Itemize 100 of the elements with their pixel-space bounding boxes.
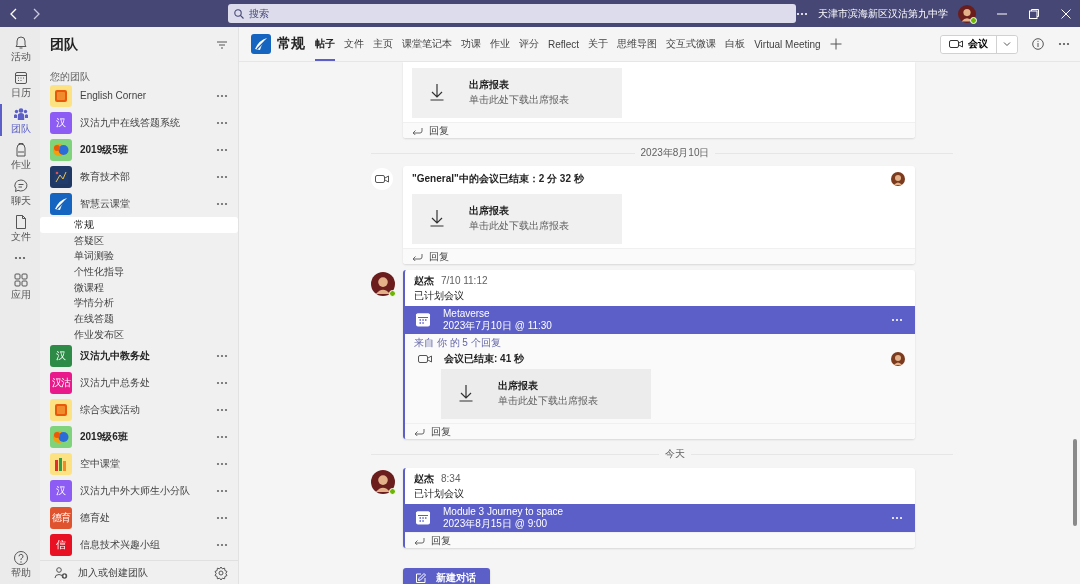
reply-arrow-icon (411, 126, 423, 135)
meeting-banner[interactable]: Module 3 Journey to space 2023年8月15日 @ 9:00 (405, 504, 915, 532)
rail-item[interactable]: 应用 (0, 270, 40, 302)
download-icon (458, 384, 474, 402)
more-icon[interactable] (216, 354, 228, 358)
reply-button[interactable]: 回复 (405, 532, 915, 548)
reply-button[interactable]: 回复 (403, 248, 915, 264)
team-name[interactable]: 汉沽九中外大师生小分队 (80, 484, 208, 498)
attendance-card[interactable]: 出席报表 单击此处下载出席报表 (412, 68, 622, 118)
tab[interactable]: 帖子 (315, 27, 335, 61)
avatar-icon[interactable] (371, 470, 395, 494)
filter-icon[interactable] (216, 39, 228, 50)
more-icon[interactable] (891, 516, 903, 520)
tab[interactable]: 思维导图 (617, 27, 658, 61)
people-icon (13, 106, 29, 122)
rail-item[interactable]: 帮助 (0, 548, 40, 580)
tab[interactable]: 课堂笔记本 (402, 27, 452, 61)
team-name[interactable]: 汉沽九中总务处 (80, 376, 208, 390)
more-icon[interactable] (216, 147, 228, 152)
avatar-icon[interactable] (891, 172, 905, 186)
channel-item[interactable]: 作业发布区 (40, 326, 238, 343)
more-icon[interactable] (891, 318, 903, 322)
team-name[interactable]: 空中课堂 (80, 457, 208, 471)
team-icon: 汉 (50, 111, 72, 134)
team-name[interactable]: 综合实践活动 (80, 403, 208, 417)
join-team-link[interactable]: 加入或创建团队 (78, 565, 148, 580)
message-title: 会议已结束: 41 秒 (444, 352, 524, 366)
team-name[interactable]: 信息技术兴趣小组 (80, 538, 208, 552)
more-icon[interactable] (216, 516, 228, 520)
channel-item[interactable]: 单词测验 (40, 248, 238, 265)
team-name[interactable]: 教育技术部 (80, 169, 208, 184)
tab[interactable]: 主页 (373, 27, 393, 61)
video-camera-icon (418, 354, 432, 364)
rail-item[interactable]: 活动 (0, 32, 40, 64)
settings-icon[interactable] (214, 565, 228, 580)
reply-button[interactable]: 回复 (403, 122, 915, 138)
tab[interactable]: 白板 (725, 27, 746, 61)
file-icon (13, 214, 29, 230)
more-icon[interactable] (216, 174, 228, 179)
tab[interactable]: Virtual Meeting (754, 27, 821, 61)
close-icon[interactable] (1060, 7, 1072, 20)
replies-link[interactable]: 来自 你 的 5 个回复 (405, 334, 915, 347)
chat-icon (13, 178, 29, 194)
channel-item[interactable]: 在线答题 (40, 311, 238, 327)
avatar-icon[interactable] (958, 4, 976, 23)
rail-item[interactable]: 日历 (0, 68, 40, 100)
reply-arrow-icon (413, 427, 425, 436)
more-icon[interactable] (216, 462, 228, 466)
team-name[interactable]: 汉沽九中教务处 (80, 349, 208, 363)
team-name[interactable]: 2019级5班 (80, 142, 208, 157)
team-logo-icon (251, 34, 271, 54)
tab[interactable]: 交互式微课 (666, 27, 717, 61)
channel-item[interactable]: 微课程 (40, 279, 238, 296)
rail-item[interactable]: 文件 (0, 212, 40, 244)
team-name[interactable]: English Corner (80, 90, 208, 101)
more-icon[interactable] (216, 201, 228, 206)
rail-item[interactable]: 作业 (0, 140, 40, 172)
more-icon[interactable] (216, 120, 228, 125)
team-icon: 汉沽 (50, 372, 72, 394)
attendance-card[interactable]: 出席报表 单击此处下载出席报表 (412, 194, 622, 244)
team-name[interactable]: 智慧云课堂 (80, 196, 208, 211)
channel-item[interactable]: 个性化指导 (40, 264, 238, 280)
team-name[interactable]: 汉沽九中在线答题系统 (80, 115, 208, 130)
channel-item[interactable]: 常规 (40, 217, 238, 233)
more-icon[interactable] (216, 93, 228, 98)
tab[interactable]: 功课 (461, 27, 481, 61)
apps-icon (13, 272, 29, 288)
more-icon[interactable] (796, 11, 808, 16)
meet-button[interactable]: 会议 (941, 35, 997, 53)
restore-icon[interactable] (1028, 7, 1040, 20)
download-icon (429, 83, 445, 101)
more-icon[interactable] (216, 489, 228, 493)
channel-item[interactable]: 学情分析 (40, 295, 238, 312)
more-icon[interactable] (216, 435, 228, 439)
tab[interactable]: 关于 (588, 27, 609, 61)
tab[interactable]: 评分 (519, 27, 539, 61)
team-name[interactable]: 德育处 (80, 511, 208, 525)
more-icon[interactable] (216, 543, 228, 547)
tab[interactable]: 文件 (344, 27, 364, 61)
timestamp: 7/10 11:12 (441, 275, 488, 286)
more-icon[interactable] (14, 256, 26, 260)
add-icon[interactable] (829, 38, 842, 50)
team-name[interactable]: 2019级6班 (80, 430, 208, 444)
reply-button[interactable]: 回复 (405, 423, 915, 439)
new-conversation-button[interactable]: 新建对话 (403, 568, 490, 584)
team-icon: 德育 (50, 507, 72, 529)
search-field[interactable]: 搜索 (227, 4, 796, 23)
meeting-banner[interactable]: Metaverse 2023年7月10日 @ 11:30 (405, 306, 915, 334)
more-icon[interactable] (1058, 42, 1070, 46)
channel-item[interactable]: 答疑区 (40, 232, 238, 249)
avatar-icon[interactable] (371, 272, 395, 296)
info-icon[interactable] (1032, 38, 1044, 50)
tab[interactable]: 作业 (490, 27, 510, 61)
tab[interactable]: Reflect (548, 27, 580, 61)
more-icon[interactable] (216, 408, 228, 412)
attendance-card[interactable]: 出席报表 单击此处下载出席报表 (441, 369, 651, 419)
rail-item[interactable]: 聊天 (0, 176, 40, 208)
more-icon[interactable] (216, 381, 228, 385)
avatar-icon[interactable] (891, 352, 905, 366)
scrollbar[interactable] (1073, 439, 1077, 526)
